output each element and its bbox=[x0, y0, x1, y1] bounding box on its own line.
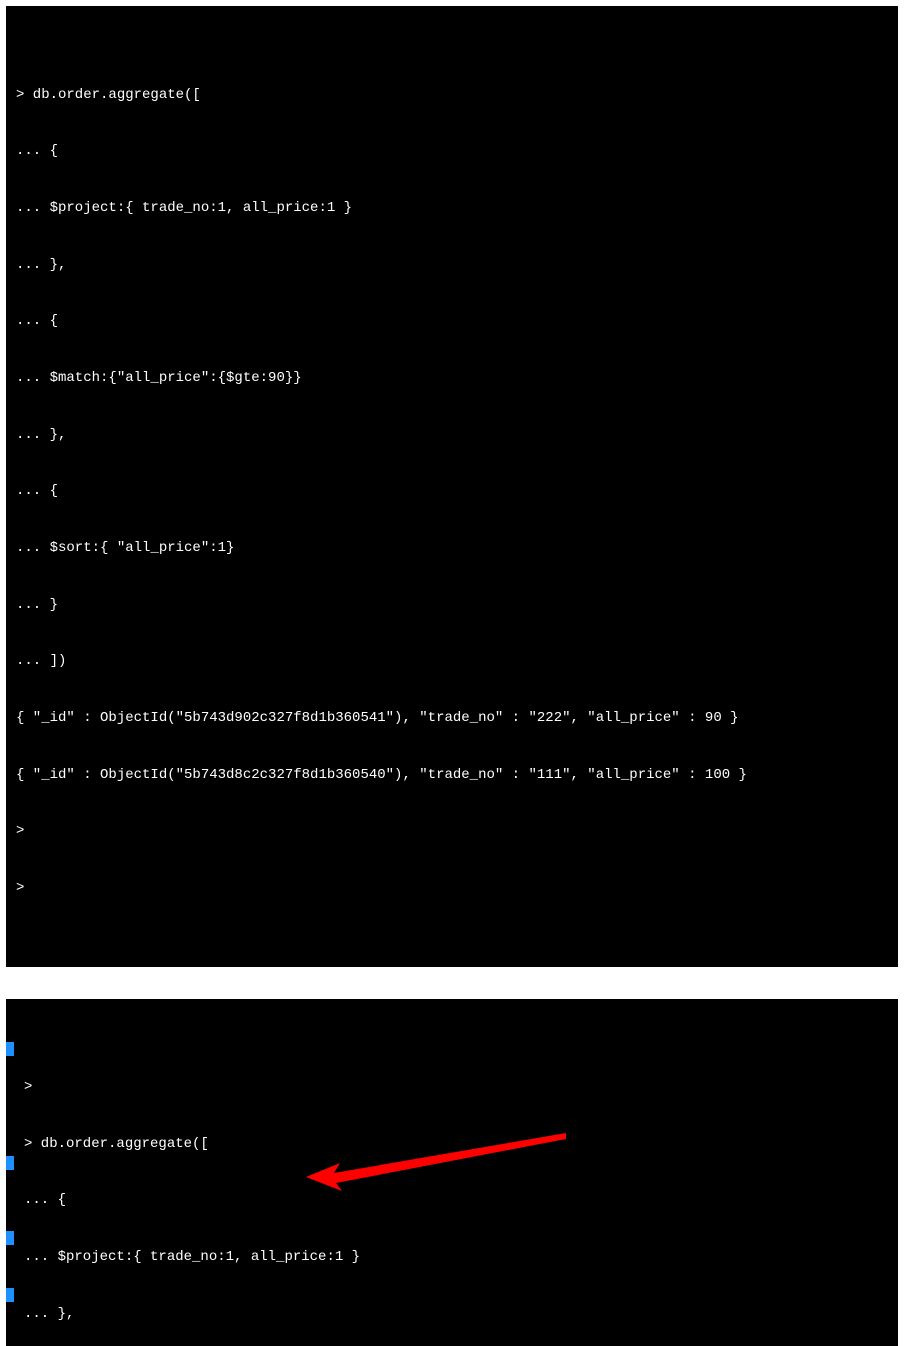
code-line: ... { bbox=[24, 1191, 892, 1210]
code-line: ... }, bbox=[16, 256, 892, 275]
code-line: ... $sort:{ "all_price":1} bbox=[16, 539, 892, 558]
terminal-1-content: > db.order.aggregate([ ... { ... $projec… bbox=[12, 48, 892, 936]
terminal-2-wrap: > > db.order.aggregate([ ... { ... $proj… bbox=[6, 999, 898, 1346]
code-line: ... ]) bbox=[16, 652, 892, 671]
code-line: ... { bbox=[16, 312, 892, 331]
prompt-line: > bbox=[24, 1078, 892, 1097]
code-line: > db.order.aggregate([ bbox=[24, 1135, 892, 1154]
spacer bbox=[6, 967, 898, 999]
terminal-output-2: > > db.order.aggregate([ ... { ... $proj… bbox=[6, 999, 898, 1346]
result-line: { "_id" : ObjectId("5b743d8c2c327f8d1b36… bbox=[16, 766, 892, 785]
result-line: { "_id" : ObjectId("5b743d902c327f8d1b36… bbox=[16, 709, 892, 728]
code-line: ... { bbox=[16, 142, 892, 161]
code-line: ... $project:{ trade_no:1, all_price:1 } bbox=[24, 1248, 892, 1267]
code-line: ... }, bbox=[16, 426, 892, 445]
terminal-output-1: > db.order.aggregate([ ... { ... $projec… bbox=[6, 6, 898, 967]
terminal-2-content: > > db.order.aggregate([ ... { ... $proj… bbox=[20, 1040, 892, 1346]
code-line: ... }, bbox=[24, 1305, 892, 1324]
prompt-line: > bbox=[16, 822, 892, 841]
code-line: > db.order.aggregate([ bbox=[16, 86, 892, 105]
prompt-line: > bbox=[16, 879, 892, 898]
code-line: ... } bbox=[16, 596, 892, 615]
code-line: ... { bbox=[16, 482, 892, 501]
code-line: ... $project:{ trade_no:1, all_price:1 } bbox=[16, 199, 892, 218]
code-line: ... $match:{"all_price":{$gte:90}} bbox=[16, 369, 892, 388]
